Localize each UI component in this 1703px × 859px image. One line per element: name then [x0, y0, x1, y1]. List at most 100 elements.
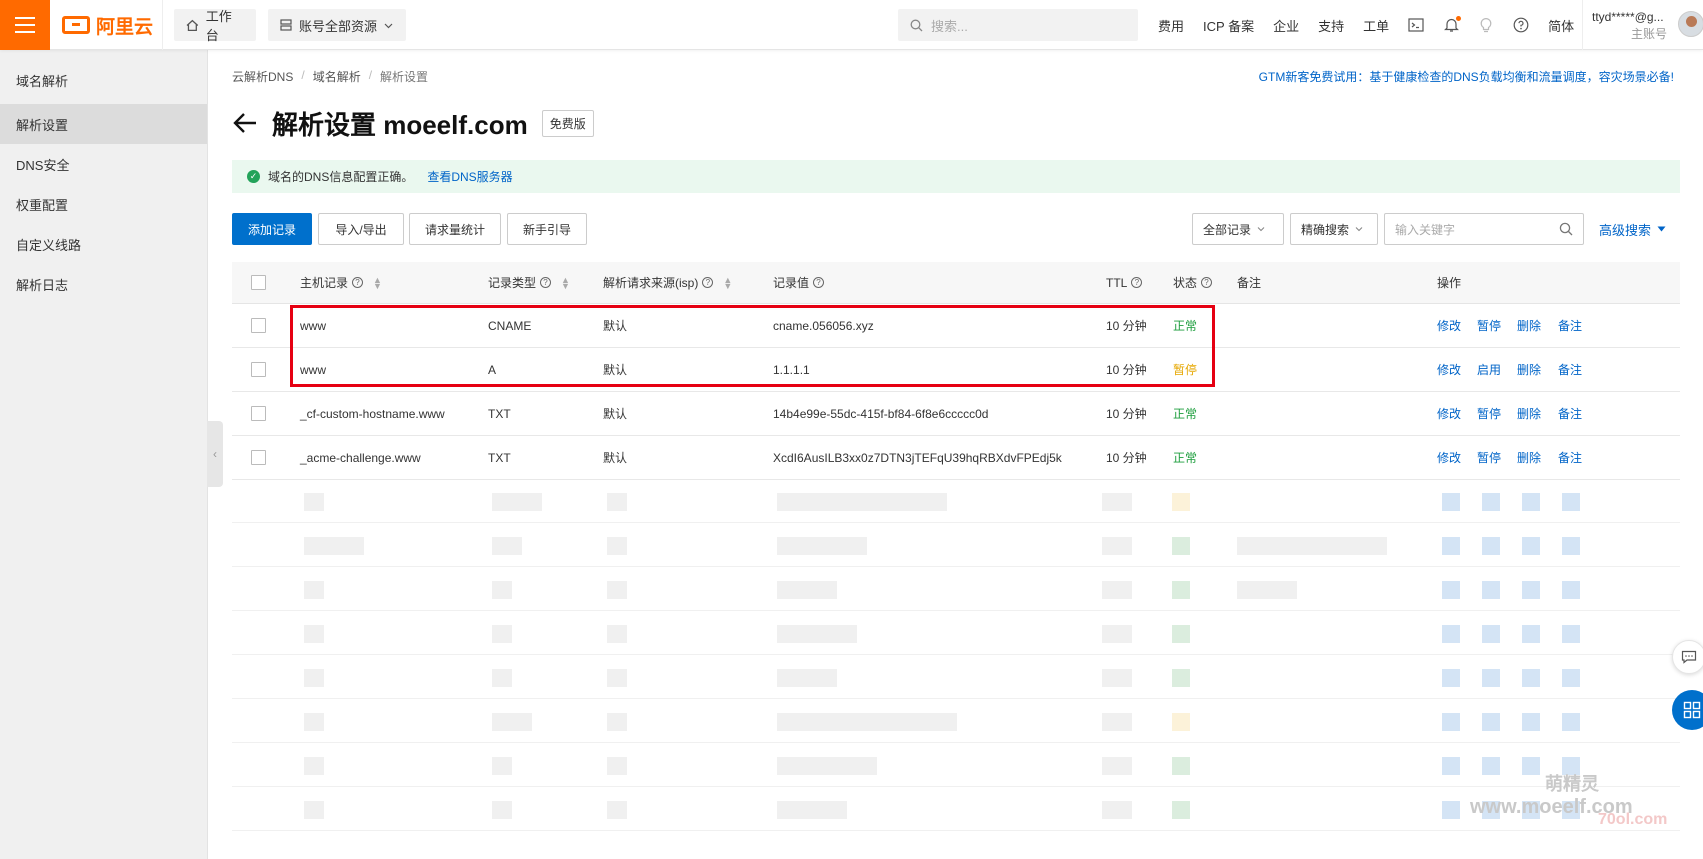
toolbar: 添加记录 导入/导出 请求量统计 新手引导 全部记录 精确搜索 输入关键字 高级… [232, 213, 1680, 245]
account-menu[interactable]: ttyd*****@g... 主账号 [1592, 9, 1667, 43]
col-remark: 备注 [1237, 276, 1262, 290]
back-arrow-icon[interactable] [232, 110, 258, 136]
sidebar-item-dns-security[interactable]: DNS安全 [0, 144, 207, 184]
sort-icon[interactable]: ▲ ▼ [723, 275, 732, 290]
action-delete[interactable]: 删除 [1517, 392, 1541, 435]
gtm-promo-link[interactable]: GTM新客免费试用：基于健康检查的DNS负载均衡和流量调度，容灾场景必备! [1259, 68, 1674, 85]
bell-icon[interactable] [1443, 16, 1462, 33]
select-all-checkbox[interactable] [251, 275, 266, 290]
row-checkbox[interactable] [251, 450, 266, 465]
help-icon: ? [352, 277, 364, 288]
breadcrumb-domain-resolve[interactable]: 域名解析 [313, 68, 361, 85]
top-link-icp[interactable]: ICP 备案 [1203, 16, 1254, 35]
action-edit[interactable]: 修改 [1437, 436, 1461, 479]
row-status: 正常 [1173, 407, 1198, 421]
dns-status-text: 域名的DNS信息配置正确。 [268, 170, 414, 184]
avatar[interactable] [1678, 11, 1703, 37]
add-record-button[interactable]: 添加记录 [232, 213, 312, 245]
row-checkbox[interactable] [251, 318, 266, 333]
view-dns-servers-link[interactable]: 查看DNS服务器 [427, 168, 512, 185]
row-checkbox[interactable] [251, 406, 266, 421]
account-role: 主账号 [1630, 27, 1667, 41]
action-pause[interactable]: 暂停 [1477, 392, 1501, 435]
top-link-billing[interactable]: 费用 [1158, 16, 1184, 35]
breadcrumb-resolve-settings: 解析设置 [380, 70, 429, 84]
advanced-search-toggle[interactable]: 高级搜索 [1599, 213, 1666, 245]
action-edit[interactable]: 修改 [1437, 304, 1461, 347]
chevron-down-icon [1257, 227, 1265, 232]
col-ttl: TTL? [1106, 262, 1143, 303]
action-remark[interactable]: 备注 [1558, 348, 1582, 391]
top-link-enterprise[interactable]: 企业 [1273, 16, 1299, 35]
keyword-search-input[interactable]: 输入关键字 [1384, 213, 1584, 245]
help-icon: ? [813, 277, 825, 288]
row-type: A [488, 362, 497, 377]
check-circle-icon: ✓ [247, 170, 260, 183]
action-delete[interactable]: 删除 [1517, 304, 1541, 347]
import-export-button[interactable]: 导入/导出 [318, 213, 404, 245]
server-icon [280, 19, 292, 31]
action-edit[interactable]: 修改 [1437, 348, 1461, 391]
action-remark[interactable]: 备注 [1558, 392, 1582, 435]
action-pause[interactable]: 暂停 [1477, 304, 1501, 347]
action-delete[interactable]: 删除 [1517, 348, 1541, 391]
blurred-row [232, 655, 1680, 699]
language-switch[interactable]: 简体 [1548, 16, 1574, 35]
col-host[interactable]: 主机记录? ▲ ▼ [300, 262, 382, 303]
record-filter-select[interactable]: 全部记录 [1192, 213, 1284, 245]
row-type: TXT [488, 406, 511, 421]
action-delete[interactable]: 删除 [1517, 436, 1541, 479]
chevron-down-icon [384, 23, 393, 28]
row-type: TXT [488, 450, 511, 465]
blurred-row [232, 567, 1680, 611]
sidebar-item-domain-resolve[interactable]: 域名解析 [0, 56, 207, 104]
sidebar: 域名解析 解析设置 DNS安全 权重配置 自定义线路 解析日志 [0, 50, 208, 859]
edition-badge: 免费版 [541, 109, 594, 137]
row-ttl: 10 分钟 [1106, 363, 1147, 377]
global-search-input[interactable]: 搜索... [898, 9, 1138, 41]
feedback-chat-icon[interactable] [1672, 640, 1703, 674]
row-status: 暂停 [1173, 363, 1198, 377]
top-link-ticket[interactable]: 工单 [1363, 16, 1389, 35]
sidebar-collapse-toggle[interactable]: ‹ [207, 421, 223, 487]
action-edit[interactable]: 修改 [1437, 392, 1461, 435]
col-type[interactable]: 记录类型? ▲ ▼ [488, 262, 570, 303]
row-value: XcdI6AusILB3xx0z7DTN3jTEFqU39hqRBXdvFPEd… [773, 450, 1062, 465]
top-links: 费用 ICP 备案 企业 支持 工单 简体 [1158, 0, 1593, 50]
hamburger-menu-icon[interactable] [0, 0, 50, 50]
sort-icon[interactable]: ▲ ▼ [561, 275, 570, 290]
row-status: 正常 [1173, 451, 1198, 465]
sidebar-item-resolve-settings[interactable]: 解析设置 [0, 104, 207, 144]
help-icon[interactable] [1513, 17, 1529, 33]
row-host: www [300, 318, 326, 333]
workbench-button[interactable]: 工作台 [174, 9, 256, 43]
row-value: 1.1.1.1 [773, 362, 810, 377]
action-enable[interactable]: 启用 [1477, 348, 1501, 391]
top-link-support[interactable]: 支持 [1318, 16, 1344, 35]
row-type: CNAME [488, 318, 532, 333]
col-actions: 操作 [1437, 276, 1462, 290]
sidebar-item-custom-lines[interactable]: 自定义线路 [0, 224, 207, 264]
aliyun-logo[interactable]: 阿里云 [62, 13, 153, 38]
table-row: www A 默认 1.1.1.1 10 分钟 暂停 修改 启用 删除 备注 [232, 348, 1680, 392]
action-remark[interactable]: 备注 [1558, 436, 1582, 479]
action-pause[interactable]: 暂停 [1477, 436, 1501, 479]
beginner-guide-button[interactable]: 新手引导 [507, 213, 587, 245]
blurred-row [232, 787, 1680, 831]
search-mode-select[interactable]: 精确搜索 [1290, 213, 1378, 245]
terminal-icon[interactable] [1408, 17, 1424, 33]
account-name: ttyd*****@g... [1592, 10, 1664, 24]
col-line[interactable]: 解析请求来源(isp)? ▲ ▼ [603, 262, 732, 303]
action-remark[interactable]: 备注 [1558, 304, 1582, 347]
breadcrumb-cloud-dns[interactable]: 云解析DNS [232, 68, 293, 85]
search-icon[interactable] [1559, 222, 1573, 236]
resources-dropdown[interactable]: 账号全部资源 [268, 9, 406, 41]
row-checkbox[interactable] [251, 362, 266, 377]
row-host: _cf-custom-hostname.www [300, 406, 445, 421]
sort-icon[interactable]: ▲ ▼ [373, 275, 382, 290]
sidebar-item-resolve-log[interactable]: 解析日志 [0, 264, 207, 304]
blurred-row [232, 611, 1680, 655]
lightbulb-icon[interactable] [1478, 17, 1494, 33]
sidebar-item-weight-config[interactable]: 权重配置 [0, 184, 207, 224]
request-stats-button[interactable]: 请求量统计 [409, 213, 501, 245]
